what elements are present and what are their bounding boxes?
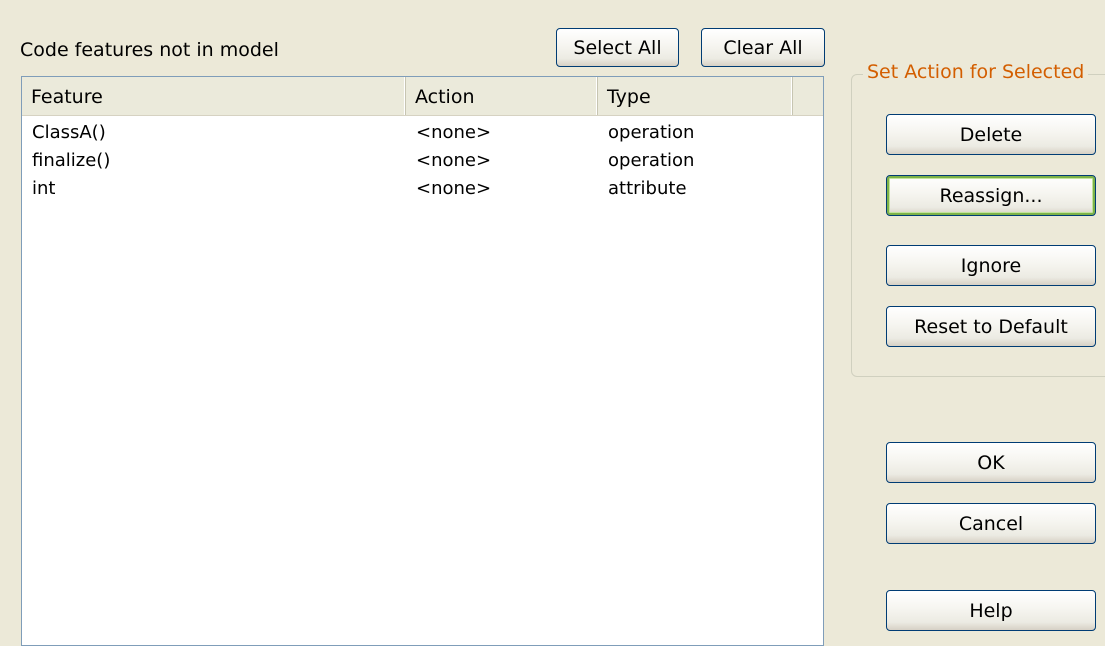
feature-cell: finalize() — [32, 150, 111, 171]
list-title: Code features not in model — [20, 39, 279, 61]
list-header: Feature Action Type — [22, 77, 823, 116]
delete-button[interactable]: Delete — [886, 114, 1096, 155]
column-header-filler — [793, 77, 823, 115]
cancel-button[interactable]: Cancel — [886, 503, 1096, 544]
help-button[interactable]: Help — [886, 590, 1096, 631]
type-cell: operation — [608, 122, 695, 143]
column-header-type[interactable]: Type — [598, 77, 793, 115]
reset-to-default-button[interactable]: Reset to Default — [886, 306, 1096, 347]
ignore-button[interactable]: Ignore — [886, 245, 1096, 286]
clear-all-button[interactable]: Clear All — [701, 28, 825, 67]
type-cell: attribute — [608, 178, 687, 199]
type-cell: operation — [608, 150, 695, 171]
features-list[interactable]: Feature Action Type ClassA() <none> oper… — [21, 76, 824, 646]
action-cell: <none> — [416, 150, 492, 171]
set-action-group-title: Set Action for Selected — [863, 61, 1089, 83]
column-header-feature[interactable]: Feature — [22, 77, 406, 115]
select-all-button[interactable]: Select All — [556, 28, 679, 67]
table-row[interactable]: int <none> attribute — [22, 175, 823, 203]
ok-button[interactable]: OK — [886, 442, 1096, 483]
column-header-action[interactable]: Action — [406, 77, 598, 115]
feature-cell: int — [32, 178, 56, 199]
action-cell: <none> — [416, 178, 492, 199]
dialog-window: Code features not in model Select All Cl… — [0, 0, 1105, 646]
action-cell: <none> — [416, 122, 492, 143]
table-row[interactable]: ClassA() <none> operation — [22, 119, 823, 147]
feature-cell: ClassA() — [32, 122, 106, 143]
list-body: ClassA() <none> operation finalize() <no… — [22, 119, 823, 203]
table-row[interactable]: finalize() <none> operation — [22, 147, 823, 175]
reassign-button[interactable]: Reassign... — [886, 175, 1096, 216]
